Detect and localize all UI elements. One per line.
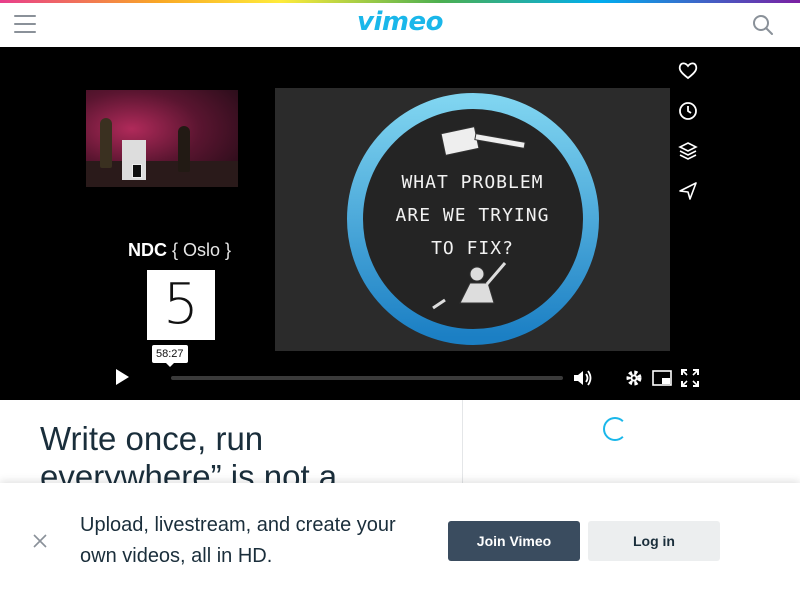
ndc-oslo-label: NDC { Oslo }	[128, 240, 231, 261]
progress-bar[interactable]	[171, 376, 563, 380]
player-controls: 58:27	[0, 345, 800, 397]
volume-icon[interactable]	[572, 367, 594, 389]
timecode-tooltip: 58:27	[152, 345, 188, 367]
close-icon[interactable]	[32, 533, 48, 549]
banner-message: Upload, livestream, and create your own …	[80, 514, 396, 567]
log-in-button[interactable]: Log in	[588, 521, 720, 561]
heart-icon[interactable]	[676, 59, 700, 83]
play-icon[interactable]	[112, 368, 132, 386]
video-player[interactable]: NDC { Oslo } 5 WHAT PROBLEM ARE WE TRYIN…	[0, 47, 800, 400]
ndc-brand: NDC	[128, 240, 167, 260]
slide-line-3: TO FIX?	[431, 238, 514, 259]
fullscreen-icon[interactable]	[679, 367, 701, 389]
signup-banner: Upload, livestream, and create your own …	[0, 483, 800, 600]
slide-line-2: ARE WE TRYING	[395, 205, 550, 226]
ndc-number-badge: 5	[147, 270, 215, 340]
layers-icon[interactable]	[676, 139, 700, 163]
ndc-location: { Oslo }	[172, 240, 232, 260]
top-navigation-bar: vimeo	[0, 3, 800, 47]
slide-line-1: WHAT PROBLEM	[401, 172, 544, 193]
pip-icon[interactable]	[651, 367, 673, 389]
join-vimeo-button[interactable]: Join Vimeo	[448, 521, 580, 561]
player-side-actions	[676, 59, 700, 219]
share-icon[interactable]	[676, 179, 700, 203]
search-icon[interactable]	[752, 14, 774, 36]
speaker-camera-feed	[86, 90, 238, 187]
gear-icon[interactable]	[623, 367, 645, 389]
vimeo-logo[interactable]: vimeo	[0, 7, 800, 37]
presentation-slide: WHAT PROBLEM ARE WE TRYING TO FIX?	[275, 88, 670, 351]
clock-icon[interactable]	[676, 99, 700, 123]
loading-spinner-icon	[603, 417, 627, 441]
